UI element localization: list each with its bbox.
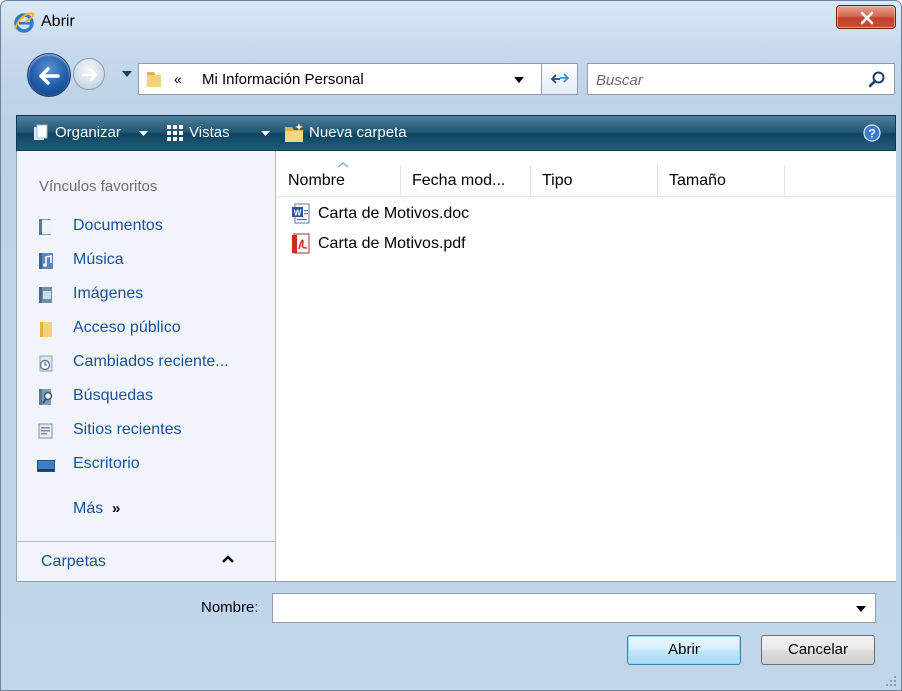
- column-label: Tamaño: [669, 172, 726, 189]
- music-icon: [39, 253, 53, 269]
- sidebar-item-recently-changed[interactable]: Cambiados reciente...: [17, 348, 275, 378]
- documents-icon: [39, 219, 51, 235]
- folders-label: Carpetas: [41, 553, 106, 570]
- sidebar-item-public[interactable]: Acceso público: [17, 314, 275, 344]
- content-area: Vínculos favoritos Documentos Música Imá…: [16, 151, 896, 582]
- column-date-modified[interactable]: Fecha mod...: [401, 165, 531, 197]
- folders-toggle[interactable]: Carpetas: [17, 541, 275, 581]
- sidebar-item-label: Acceso público: [73, 319, 181, 336]
- close-icon: [860, 11, 874, 25]
- sidebar-item-label: Imágenes: [73, 285, 144, 302]
- sidebar-item-label: Búsquedas: [73, 387, 154, 404]
- back-button[interactable]: [27, 53, 71, 97]
- new-folder-icon: [285, 123, 303, 142]
- organize-icon: [34, 124, 48, 140]
- forward-arrow-icon: [81, 68, 98, 82]
- views-dropdown-icon[interactable]: [261, 131, 270, 137]
- sidebar-item-searches[interactable]: Búsquedas: [17, 382, 275, 412]
- open-file-dialog: Abrir « Mi Información Personal Buscar O…: [0, 0, 902, 691]
- word-doc-icon: W: [292, 203, 310, 224]
- address-dropdown-icon[interactable]: [514, 77, 524, 84]
- title-bar: Abrir: [1, 1, 901, 41]
- column-name[interactable]: Nombre: [277, 162, 401, 197]
- new-folder-button[interactable]: Nueva carpeta: [309, 124, 407, 141]
- chevron-up-icon: [222, 555, 234, 563]
- column-size[interactable]: Tamaño: [658, 165, 785, 197]
- command-toolbar: Organizar Vistas Nueva carpeta ?: [16, 115, 896, 151]
- sidebar-item-label: Sitios recientes: [73, 421, 182, 438]
- file-name-label: Nombre:: [201, 599, 259, 616]
- public-folder-icon: [40, 322, 52, 337]
- breadcrumb-overflow[interactable]: «: [174, 71, 182, 87]
- pictures-icon: [39, 287, 52, 303]
- more-links[interactable]: Más: [73, 500, 103, 518]
- search-icon[interactable]: [869, 71, 885, 88]
- sidebar-item-label: Cambiados reciente...: [73, 353, 229, 370]
- column-label: Nombre: [288, 172, 345, 189]
- navigation-pane: Vínculos favoritos Documentos Música Imá…: [17, 151, 276, 581]
- sidebar-item-label: Documentos: [73, 217, 163, 234]
- organize-dropdown-icon[interactable]: [139, 131, 148, 137]
- forward-button[interactable]: [73, 58, 105, 90]
- file-item[interactable]: W Carta de Motivos.doc: [291, 201, 591, 227]
- more-chevron-icon[interactable]: »: [112, 500, 120, 517]
- refresh-button[interactable]: [542, 63, 578, 95]
- search-box[interactable]: [587, 63, 895, 95]
- views-icon: [167, 125, 183, 141]
- address-bar[interactable]: « Mi Información Personal: [138, 63, 542, 95]
- favorite-links-header: Vínculos favoritos: [39, 178, 158, 195]
- internet-explorer-icon: [14, 12, 35, 33]
- refresh-icon: [550, 73, 570, 84]
- column-label: Fecha mod...: [412, 172, 506, 189]
- open-button[interactable]: Abrir: [627, 635, 741, 665]
- close-button[interactable]: [836, 5, 896, 29]
- file-name-combobox[interactable]: [272, 593, 876, 623]
- window-title: Abrir: [41, 13, 75, 30]
- sidebar-item-recent-places[interactable]: Sitios recientes: [17, 416, 275, 446]
- help-icon[interactable]: ?: [863, 124, 881, 142]
- views-button[interactable]: Vistas: [189, 124, 230, 141]
- search-input[interactable]: [594, 69, 854, 91]
- file-list: Nombre Fecha mod... Tipo Tamaño W Carta …: [277, 151, 896, 581]
- back-arrow-icon: [39, 67, 60, 85]
- recent-pages-dropdown-icon[interactable]: [121, 69, 133, 79]
- chevron-down-icon[interactable]: [856, 606, 866, 613]
- file-name: Carta de Motivos.doc: [318, 205, 470, 222]
- breadcrumb-current[interactable]: Mi Información Personal: [202, 71, 364, 88]
- desktop-icon: [37, 460, 55, 472]
- folder-icon: [147, 72, 161, 87]
- cancel-button[interactable]: Cancelar: [761, 635, 875, 665]
- organize-button[interactable]: Organizar: [55, 124, 121, 141]
- pdf-icon: [292, 233, 310, 254]
- sidebar-item-desktop[interactable]: Escritorio: [17, 450, 275, 480]
- svg-text:W: W: [294, 209, 302, 218]
- svg-text:?: ?: [868, 127, 875, 141]
- file-name-input[interactable]: [277, 598, 847, 618]
- sidebar-item-pictures[interactable]: Imágenes: [17, 280, 275, 310]
- searches-icon: [39, 389, 53, 405]
- file-name: Carta de Motivos.pdf: [318, 235, 466, 252]
- sidebar-item-label: Música: [73, 251, 124, 268]
- column-type[interactable]: Tipo: [531, 165, 658, 197]
- recent-places-icon: [38, 423, 53, 439]
- resize-grip-icon[interactable]: [885, 675, 897, 687]
- recently-changed-icon: [39, 355, 53, 372]
- column-headers: Nombre Fecha mod... Tipo Tamaño: [277, 162, 896, 197]
- sidebar-item-music[interactable]: Música: [17, 246, 275, 276]
- column-label: Tipo: [542, 172, 573, 189]
- file-item[interactable]: Carta de Motivos.pdf: [291, 231, 591, 257]
- sort-ascending-icon: [337, 162, 349, 168]
- sidebar-item-documents[interactable]: Documentos: [17, 212, 275, 242]
- sidebar-item-label: Escritorio: [73, 455, 140, 472]
